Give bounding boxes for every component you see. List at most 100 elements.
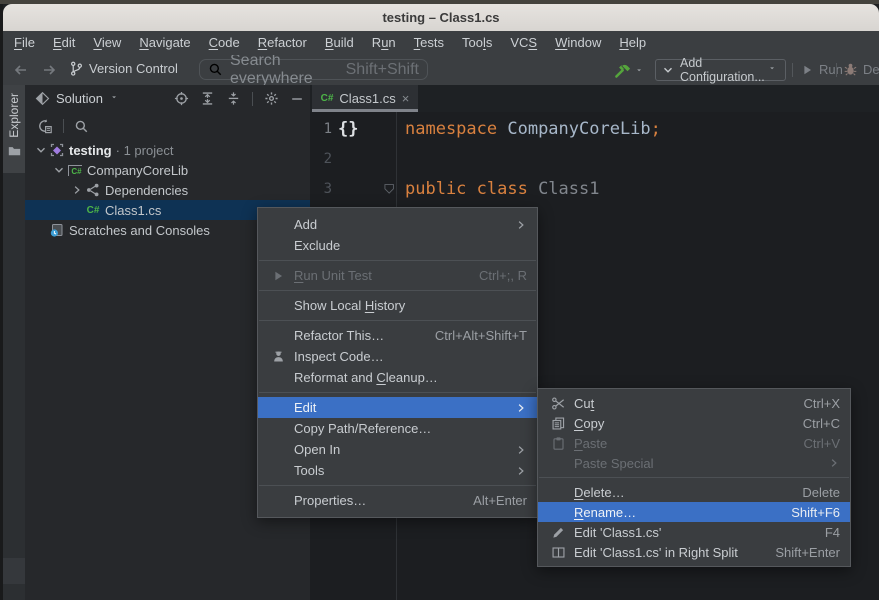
line-number: 3	[310, 181, 332, 197]
menubar-item-navigate[interactable]: Navigate	[130, 31, 199, 55]
tab-close-icon[interactable]: ×	[402, 91, 410, 106]
namespace-braces-gutter-icon[interactable]: {}	[338, 119, 358, 139]
pencil-icon	[550, 524, 566, 540]
caret-down-icon	[111, 94, 121, 104]
build-caret-icon[interactable]	[636, 67, 646, 77]
forward-arrow-icon[interactable]	[41, 62, 57, 78]
menu-item-label: Run Unit Test	[294, 268, 372, 283]
tree-item-testing[interactable]: testing· 1 project	[25, 140, 310, 160]
icon-placeholder	[270, 442, 286, 458]
menubar-item-refactor[interactable]: Refactor	[249, 31, 316, 55]
ide-window: testing – Class1.cs FileEditViewNavigate…	[0, 0, 879, 600]
chevron-down-icon	[656, 63, 680, 77]
menubar-item-code[interactable]: Code	[200, 31, 249, 55]
menu-item-label: Show Local History	[294, 298, 405, 313]
locate-file-icon[interactable]	[174, 91, 189, 106]
fold-marker-icon[interactable]	[383, 183, 396, 196]
context-menu-item-open-in[interactable]: Open In	[258, 439, 537, 460]
menubar-item-vcs[interactable]: VCS	[501, 31, 546, 55]
menubar-item-tests[interactable]: Tests	[405, 31, 453, 55]
menu-item-shortcut: F4	[825, 525, 840, 540]
run-configuration-select[interactable]: Add Configuration...	[655, 59, 786, 81]
debug-label: Deb	[863, 62, 879, 77]
menubar-item-edit[interactable]: Edit	[44, 31, 84, 55]
edit-submenu-item-paste-special: Paste Special	[538, 453, 850, 473]
select-opened-file-icon[interactable]	[37, 118, 53, 134]
split-icon	[550, 544, 566, 560]
context-menu-item-add[interactable]: Add	[258, 214, 537, 235]
menubar-item-file[interactable]: File	[5, 31, 44, 55]
context-menu-item-edit[interactable]: Edit	[258, 397, 537, 418]
context-menu-item-exclude[interactable]: Exclude	[258, 235, 537, 256]
solution-root-icon	[49, 142, 65, 158]
menubar-item-build[interactable]: Build	[316, 31, 363, 55]
tree-item-companycorelib[interactable]: C#CompanyCoreLib	[25, 160, 310, 180]
edit-submenu-item-edit-class1-cs-in-right-split[interactable]: Edit 'Class1.cs' in Right Split Shift+Ent…	[538, 542, 850, 562]
titlebar[interactable]: testing – Class1.cs	[3, 4, 879, 32]
menu-item-label: Edit 'Class1.cs' in Right Split	[574, 545, 738, 560]
edit-submenu-item-edit-class1-cs[interactable]: Edit 'Class1.cs'F4	[538, 522, 850, 542]
editor-tab-class1[interactable]: C# Class1.cs ×	[312, 85, 418, 112]
context-menu-item-copy-path-reference[interactable]: Copy Path/Reference…	[258, 418, 537, 439]
run-icon	[800, 63, 814, 77]
menubar-item-help[interactable]: Help	[610, 31, 655, 55]
search-tree-icon[interactable]	[74, 119, 89, 134]
main-toolbar: Version Control Search everywhere Shift+…	[3, 55, 879, 85]
solution-view-icon	[35, 91, 50, 106]
version-control-label: Version Control	[89, 61, 178, 76]
version-control-button[interactable]: Version Control	[69, 60, 178, 77]
menu-item-label: Properties…	[294, 493, 366, 508]
edit-submenu-item-delete[interactable]: Delete…Delete	[538, 482, 850, 502]
search-everywhere-field[interactable]: Search everywhere Shift+Shift	[199, 59, 428, 80]
search-shortcut-hint: Shift+Shift	[346, 61, 419, 79]
copy-icon	[550, 415, 566, 431]
edit-submenu-item-rename[interactable]: Rename…Shift+F6	[538, 502, 850, 522]
back-arrow-icon[interactable]	[13, 62, 29, 78]
scissors-icon	[550, 395, 566, 411]
tree-item-label: Class1.cs	[105, 203, 161, 218]
explorer-stripe-tab[interactable]: Explorer	[3, 85, 25, 173]
context-menu-item-refactor-this[interactable]: Refactor This…Ctrl+Alt+Shift+T	[258, 325, 537, 346]
gear-icon[interactable]	[264, 91, 279, 106]
menu-item-shortcut: Ctrl+X	[804, 396, 840, 411]
code-line-3[interactable]: 3public class Class1	[310, 174, 879, 204]
expand-all-icon[interactable]	[200, 91, 215, 106]
edit-submenu-item-copy[interactable]: CopyCtrl+C	[538, 413, 850, 433]
menubar-item-run[interactable]: Run	[363, 31, 405, 55]
menu-item-label: Edit	[294, 400, 316, 415]
context-menu-item-show-local-history[interactable]: Show Local History	[258, 295, 537, 316]
menubar-item-tools[interactable]: Tools	[453, 31, 501, 55]
hide-panel-icon[interactable]	[290, 92, 304, 106]
collapse-all-icon[interactable]	[226, 91, 241, 106]
icon-placeholder	[270, 421, 286, 437]
code-line-1[interactable]: 1{}namespace CompanyCoreLib;	[310, 114, 879, 144]
person-icon	[270, 349, 286, 365]
code-line-2[interactable]: 2	[310, 144, 879, 174]
chevron-down-icon[interactable]	[51, 163, 67, 177]
edit-submenu-item-cut[interactable]: CutCtrl+X	[538, 393, 850, 413]
menu-separator	[259, 392, 536, 393]
build-hammer-icon[interactable]	[613, 61, 631, 79]
menubar-item-view[interactable]: View	[84, 31, 130, 55]
editor-tab-label: Class1.cs	[339, 91, 395, 106]
context-menu-item-properties[interactable]: Properties…Alt+Enter	[258, 490, 537, 511]
chevron-right-icon[interactable]	[69, 184, 85, 196]
debug-button[interactable]: Deb	[843, 62, 879, 77]
toolbar-separator	[836, 63, 837, 77]
tree-item-dependencies[interactable]: Dependencies	[25, 180, 310, 200]
menu-separator	[259, 290, 536, 291]
menu-item-shortcut: Shift+Enter	[775, 545, 840, 560]
explorer-stripe-label: Explorer	[7, 93, 21, 138]
context-menu-item-reformat-and-cleanup[interactable]: Reformat and Cleanup…	[258, 367, 537, 388]
csharp-file-icon: C#	[85, 205, 101, 216]
submenu-arrow-icon	[828, 457, 840, 469]
context-menu-item-tools[interactable]: Tools	[258, 460, 537, 481]
context-menu-item-inspect-code[interactable]: Inspect Code…	[258, 346, 537, 367]
menubar-item-window[interactable]: Window	[546, 31, 610, 55]
menu-item-label: Rename…	[574, 505, 636, 520]
stripe-bottom-tab[interactable]	[3, 558, 25, 584]
chevron-down-icon[interactable]	[33, 143, 49, 157]
line-number: 1	[310, 121, 332, 137]
tree-item-label: testing	[69, 143, 112, 158]
menu-item-label: Tools	[294, 463, 324, 478]
